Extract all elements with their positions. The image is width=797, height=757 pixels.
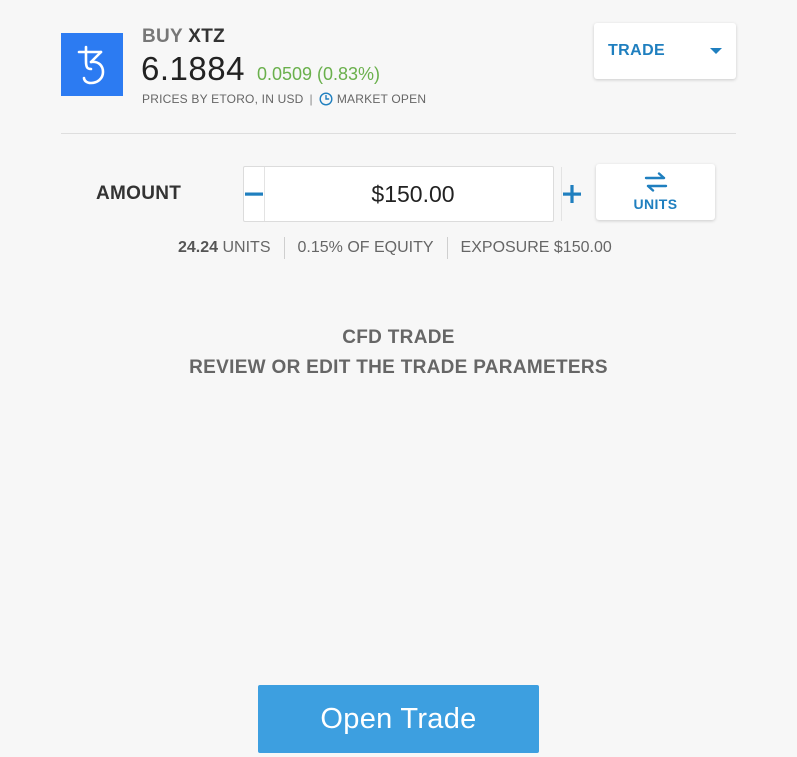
trade-action: BUY [142, 26, 183, 47]
exposure-info: EXPOSURE $150.00 [446, 237, 625, 259]
amount-stepper [243, 166, 581, 222]
price-row: 6.1884 0.0509 (0.83%) [141, 50, 380, 88]
price-change: 0.0509 (0.83%) [256, 64, 381, 84]
asset-title: BUY XTZ [142, 26, 225, 48]
price-source: PRICES BY ETORO, IN USD [142, 92, 304, 106]
cfd-title: CFD TRADE [342, 327, 455, 348]
units-value: 24.24 [178, 239, 219, 256]
chevron-down-icon [710, 48, 722, 54]
units-text: UNITS [222, 239, 271, 256]
swap-arrows-icon [644, 172, 667, 192]
units-info: 24.24 UNITS [178, 237, 284, 259]
cfd-subtitle: REVIEW OR EDIT THE TRADE PARAMETERS [189, 357, 608, 378]
units-toggle-button[interactable]: UNITS [596, 164, 715, 220]
header-divider [61, 133, 736, 134]
amount-input[interactable] [265, 167, 561, 221]
open-trade-button[interactable]: Open Trade [258, 685, 539, 753]
tezos-icon [61, 33, 123, 96]
trade-panel: BUY XTZ 6.1884 0.0509 (0.83%) PRICES BY … [0, 0, 797, 757]
trade-dropdown-label: TRADE [608, 42, 666, 59]
meta-separator: | [309, 92, 313, 106]
amount-info: 24.24 UNITS 0.15% OF EQUITY EXPOSURE $15… [178, 237, 625, 259]
increase-amount-button[interactable] [561, 167, 582, 221]
plus-icon [563, 185, 581, 203]
decrease-amount-button[interactable] [244, 167, 265, 221]
trade-type-dropdown[interactable]: TRADE [594, 23, 736, 79]
clock-icon [319, 92, 333, 106]
asset-symbol: XTZ [188, 26, 226, 47]
price-meta: PRICES BY ETORO, IN USD | MARKET OPEN [142, 92, 426, 106]
units-toggle-label: UNITS [633, 196, 678, 212]
amount-label: AMOUNT [96, 183, 182, 204]
market-status: MARKET OPEN [336, 92, 427, 106]
equity-info: 0.15% OF EQUITY [283, 237, 447, 259]
asset-price: 6.1884 [141, 50, 245, 87]
minus-icon [245, 192, 263, 196]
